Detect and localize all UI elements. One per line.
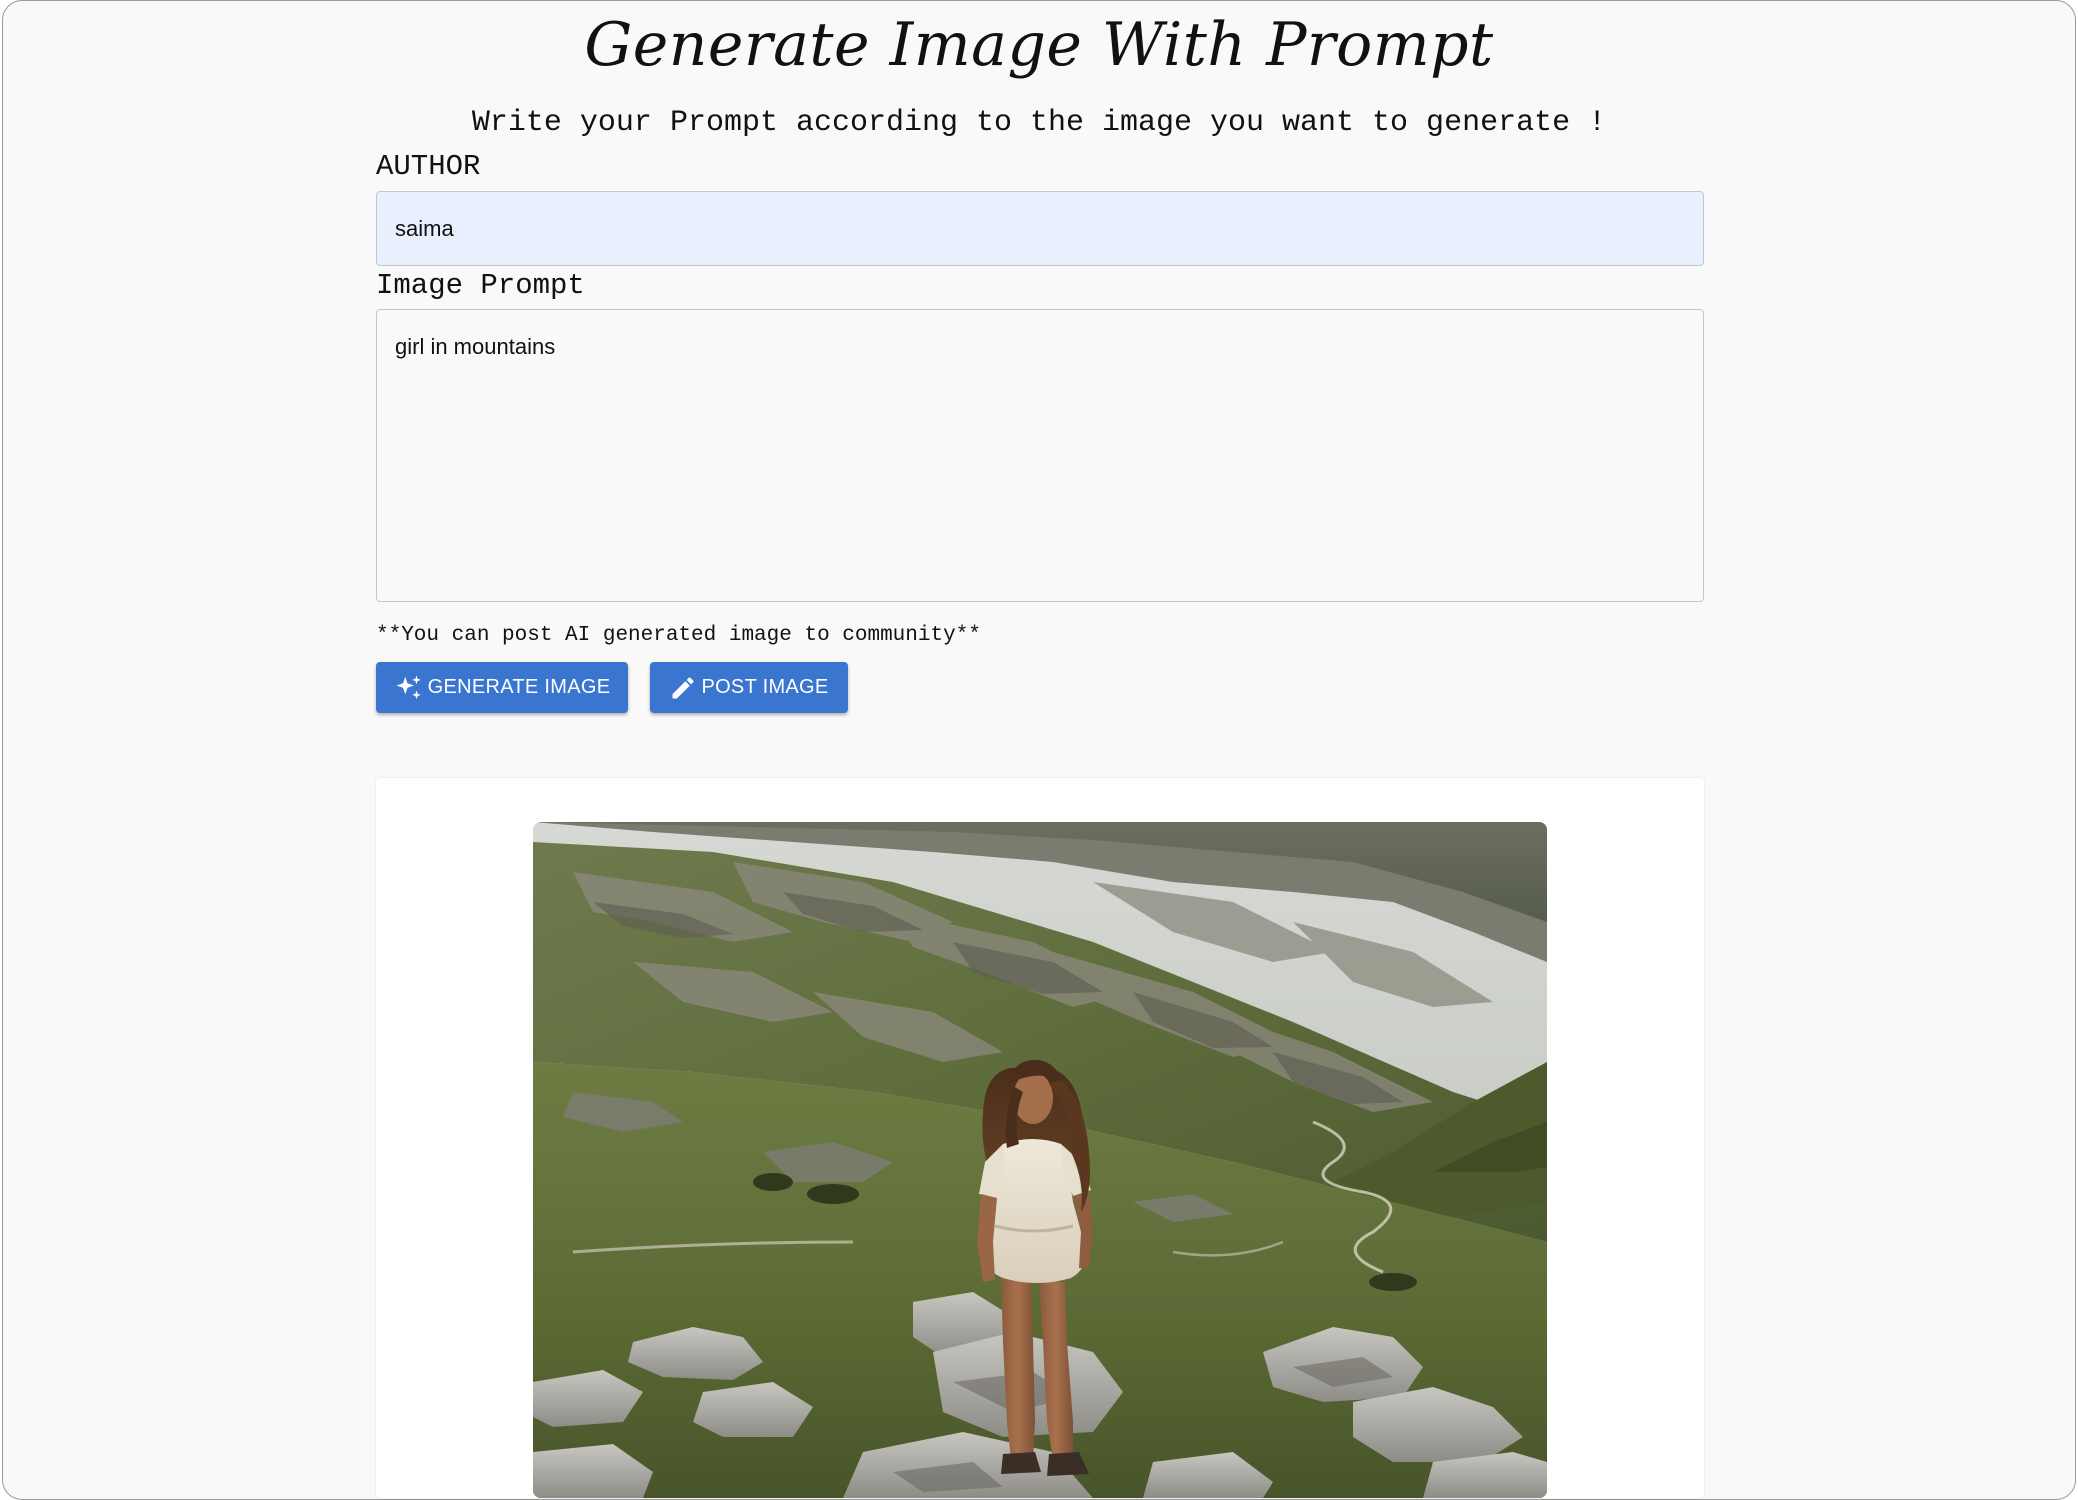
post-image-button[interactable]: POST IMAGE (650, 662, 848, 713)
sparkle-icon (394, 673, 424, 703)
post-hint: **You can post AI generated image to com… (376, 624, 981, 647)
page-subtitle: Write your Prompt according to the image… (471, 106, 1607, 140)
generate-image-button[interactable]: GENERATE IMAGE (376, 662, 628, 713)
image-prompt-label: Image Prompt (376, 269, 585, 302)
author-input[interactable] (376, 191, 1704, 266)
pencil-icon (669, 674, 697, 702)
image-prompt-input[interactable] (376, 309, 1704, 602)
generate-image-label: GENERATE IMAGE (427, 676, 611, 698)
result-card (376, 778, 1704, 1498)
generated-image (533, 822, 1547, 1498)
author-label: AUTHOR (376, 150, 481, 183)
post-image-label: POST IMAGE (701, 676, 829, 698)
page-title: Generate Image With Prompt (584, 10, 1494, 80)
